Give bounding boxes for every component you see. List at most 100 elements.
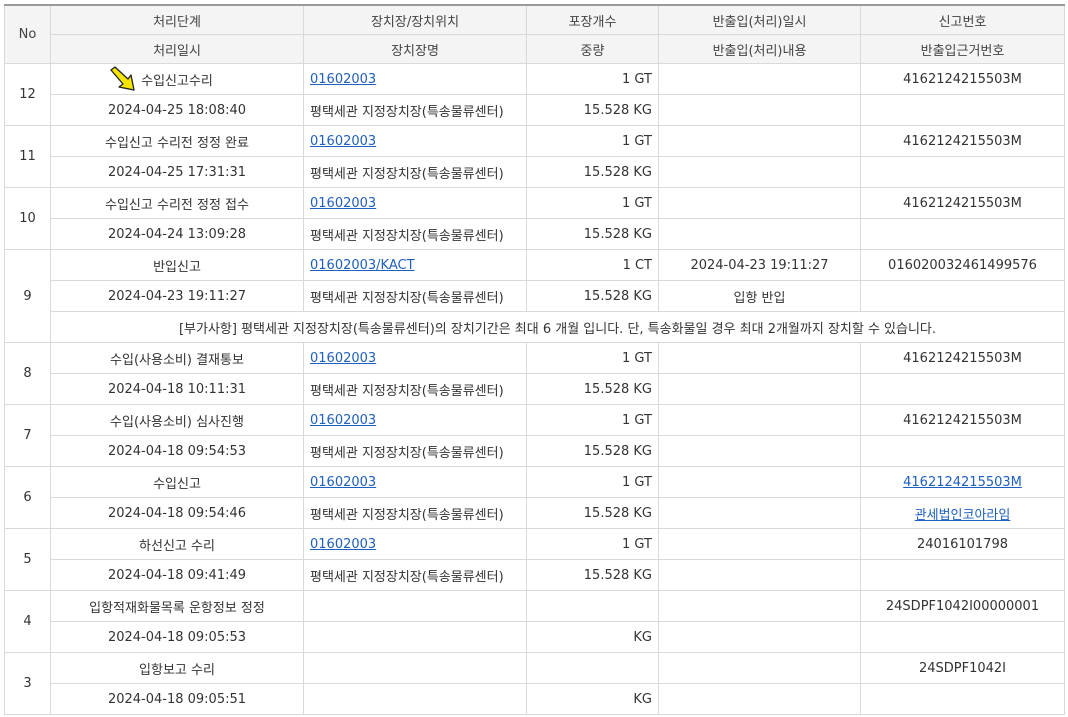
io-datetime-cell bbox=[658, 404, 861, 436]
table-row-detail: 2024-04-24 13:09:28 평택세관 지정장치장(특송물류센터) 15.… bbox=[5, 218, 1065, 250]
io-content-cell: 입항 반입 bbox=[658, 280, 861, 312]
header-basis-no: 반출입근거번호 bbox=[860, 34, 1065, 64]
process-stage-cell: 수입신고수리 bbox=[50, 63, 304, 95]
table-row: 12 수입신고수리 01602003 1 GT 4162124215503M bbox=[4, 63, 1065, 126]
location-code-cell: 01602003 bbox=[303, 404, 527, 436]
process-datetime-cell: 2024-04-18 09:54:53 bbox=[50, 435, 304, 467]
row-number: 5 bbox=[4, 528, 51, 591]
weight-cell: 15.528 KG bbox=[526, 94, 659, 126]
location-code-cell: 01602003/KACT bbox=[303, 249, 527, 281]
basis-no-cell bbox=[860, 435, 1065, 467]
basis-no-cell bbox=[860, 559, 1065, 591]
location-code-link[interactable]: 01602003 bbox=[310, 72, 376, 87]
io-content-cell bbox=[658, 94, 861, 126]
location-code-link[interactable]: 01602003 bbox=[310, 351, 376, 366]
table-row: 9 반입신고 01602003/KACT 1 CT 2024-04-23 19:11:2… bbox=[4, 249, 1065, 343]
process-datetime-cell: 2024-04-24 13:09:28 bbox=[50, 218, 304, 250]
package-count-cell: 1 GT bbox=[526, 342, 659, 374]
io-datetime-cell bbox=[658, 187, 861, 219]
location-code-cell: 01602003 bbox=[303, 63, 527, 95]
io-datetime-cell bbox=[658, 466, 861, 498]
table-row-detail: 2024-04-18 09:41:49 평택세관 지정장치장(특송물류센터) 15.… bbox=[5, 559, 1065, 591]
process-datetime-cell: 2024-04-18 09:05:53 bbox=[50, 621, 304, 653]
location-name-cell bbox=[303, 621, 527, 653]
location-name-cell: 평택세관 지정장치장(특송물류센터) bbox=[303, 435, 527, 467]
header-weight: 중량 bbox=[526, 34, 659, 64]
table-row-detail: 2024-04-25 18:08:40 평택세관 지정장치장(특송물류센터) 15.… bbox=[5, 94, 1065, 126]
row-number: 7 bbox=[4, 404, 51, 467]
basis-no-cell: 관세법인코아라임 bbox=[860, 497, 1065, 529]
declaration-no-cell: 016020032461499576 bbox=[860, 249, 1065, 281]
location-code-cell: 01602003 bbox=[303, 528, 527, 560]
package-count-cell: 1 GT bbox=[526, 187, 659, 219]
row-number: 4 bbox=[4, 590, 51, 653]
location-name-cell: 평택세관 지정장치장(특송물류센터) bbox=[303, 280, 527, 312]
header-declaration-no: 신고번호 bbox=[860, 4, 1065, 35]
row-number: 6 bbox=[4, 466, 51, 529]
io-datetime-cell: 2024-04-23 19:11:27 bbox=[658, 249, 861, 281]
io-datetime-cell bbox=[658, 528, 861, 560]
io-datetime-cell bbox=[658, 125, 861, 157]
weight-cell: KG bbox=[526, 683, 659, 715]
table-row-note: [부가사항] 평택세관 지정장치장(특송물류센터)의 장치기간은 최대 6 개월… bbox=[5, 311, 1065, 343]
weight-cell: 15.528 KG bbox=[526, 373, 659, 405]
row-number: 11 bbox=[4, 125, 51, 188]
declaration-no-cell: 4162124215503M bbox=[860, 63, 1065, 95]
weight-cell: 15.528 KG bbox=[526, 435, 659, 467]
process-stage-cell: 수입신고 수리전 정정 접수 bbox=[50, 187, 304, 219]
weight-cell: KG bbox=[526, 621, 659, 653]
process-datetime-cell: 2024-04-18 09:05:51 bbox=[50, 683, 304, 715]
header-process-datetime: 처리일시 bbox=[50, 34, 304, 64]
process-stage-label: 수입신고수리 bbox=[141, 73, 213, 89]
process-stage-cell: 수입(사용소비) 심사진행 bbox=[50, 404, 304, 436]
basis-no-cell bbox=[860, 683, 1065, 715]
location-code-link[interactable]: 01602003 bbox=[310, 537, 376, 552]
table-row: 11 수입신고 수리전 정정 완료 01602003 1 GT 416212421550… bbox=[4, 125, 1065, 188]
process-datetime-cell: 2024-04-23 19:11:27 bbox=[50, 280, 304, 312]
weight-cell: 15.528 KG bbox=[526, 497, 659, 529]
yellow-arrow-icon bbox=[110, 66, 135, 91]
row-number: 3 bbox=[4, 652, 51, 715]
location-code-link[interactable]: 01602003 bbox=[310, 196, 376, 211]
location-name-cell: 평택세관 지정장치장(특송물류센터) bbox=[303, 559, 527, 591]
process-datetime-cell: 2024-04-25 18:08:40 bbox=[50, 94, 304, 126]
io-content-cell bbox=[658, 683, 861, 715]
row-number: 9 bbox=[4, 249, 51, 343]
weight-cell: 15.528 KG bbox=[526, 156, 659, 188]
additional-note: [부가사항] 평택세관 지정장치장(특송물류센터)의 장치기간은 최대 6 개월… bbox=[50, 311, 1065, 343]
package-count-cell: 1 GT bbox=[526, 466, 659, 498]
header-io-datetime: 반출입(처리)일시 bbox=[658, 4, 861, 35]
package-count-cell: 1 GT bbox=[526, 528, 659, 560]
io-content-cell bbox=[658, 373, 861, 405]
io-content-cell bbox=[658, 435, 861, 467]
io-content-cell bbox=[658, 156, 861, 188]
table-row: 4 입항적재화물목록 운항정보 정정 24SDPF1042I00000001 bbox=[4, 590, 1065, 653]
location-code-cell: 01602003 bbox=[303, 466, 527, 498]
declaration-no-link[interactable]: 4162124215503M bbox=[903, 475, 1022, 490]
header-location-name: 장치장명 bbox=[303, 34, 527, 64]
io-datetime-cell bbox=[658, 590, 861, 622]
location-name-cell: 평택세관 지정장치장(특송물류센터) bbox=[303, 156, 527, 188]
io-datetime-cell bbox=[658, 342, 861, 374]
basis-no-link[interactable]: 관세법인코아라임 bbox=[915, 508, 1011, 523]
location-code-link[interactable]: 01602003/KACT bbox=[310, 258, 415, 273]
declaration-no-cell: 24SDPF1042I bbox=[860, 652, 1065, 684]
location-code-link[interactable]: 01602003 bbox=[310, 134, 376, 149]
declaration-no-cell: 4162124215503M bbox=[860, 404, 1065, 436]
location-code-link[interactable]: 01602003 bbox=[310, 413, 376, 428]
io-content-cell bbox=[658, 621, 861, 653]
header-stage: 처리단계 bbox=[50, 4, 304, 35]
location-name-cell: 평택세관 지정장치장(특송물류센터) bbox=[303, 94, 527, 126]
location-code-link[interactable]: 01602003 bbox=[310, 475, 376, 490]
location-code-cell bbox=[303, 652, 527, 684]
table-row-detail: 2024-04-18 09:05:53 KG bbox=[5, 621, 1065, 653]
table-row: 10 수입신고 수리전 정정 접수 01602003 1 GT 416212421550… bbox=[4, 187, 1065, 250]
header-package-count: 포장개수 bbox=[526, 4, 659, 35]
basis-no-cell bbox=[860, 218, 1065, 250]
process-stage-cell: 반입신고 bbox=[50, 249, 304, 281]
basis-no-cell bbox=[860, 156, 1065, 188]
row-number: 10 bbox=[4, 187, 51, 250]
declaration-no-cell: 24016101798 bbox=[860, 528, 1065, 560]
header-location: 장치장/장치위치 bbox=[303, 4, 527, 35]
process-datetime-cell: 2024-04-18 09:41:49 bbox=[50, 559, 304, 591]
